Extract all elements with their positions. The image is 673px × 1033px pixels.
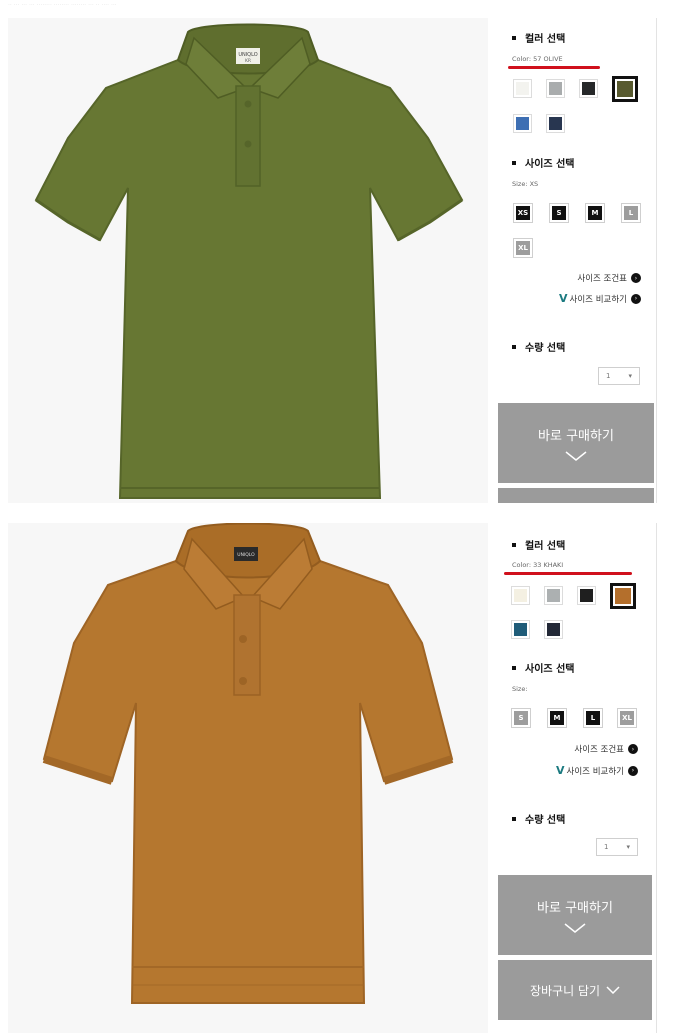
product-panel-olive: UNIQLO KR 컬러 선택 Color: 57 OLIVE 사이즈 선택 S…: [0, 18, 673, 503]
chevron-down-icon: [564, 923, 586, 933]
sidebar-border: [656, 523, 657, 1033]
quantity-value: 1: [604, 843, 609, 851]
chevron-down-icon: [565, 451, 587, 461]
highlight-underline: [504, 572, 632, 575]
buy-now-button[interactable]: 바로 구매하기: [498, 875, 652, 955]
arrow-right-icon: ›: [628, 765, 638, 776]
color-swatch-navy[interactable]: [544, 620, 563, 639]
size-select-heading: 사이즈 선택: [512, 155, 574, 170]
sidebar-border: [656, 18, 657, 503]
size-option-s-unavailable[interactable]: S: [511, 708, 531, 728]
option-sidebar: 컬러 선택 Color: 57 OLIVE 사이즈 선택 Size: XS XS…: [498, 18, 656, 503]
selected-color-text: Color: 33 KHAKI: [512, 561, 564, 569]
quantity-select-heading: 수량 선택: [512, 339, 565, 354]
size-label: S: [552, 206, 566, 220]
size-label: XL: [516, 241, 530, 255]
faint-top-text: ·· ··· ··· ··· ········ ········ ·······…: [8, 2, 117, 9]
size-option-l[interactable]: L: [583, 708, 603, 728]
garment-label-text: UNIQLO: [238, 52, 257, 58]
selected-size-text: Size: XS: [512, 180, 539, 188]
color-swatch-black[interactable]: [577, 586, 596, 605]
check-v-icon: V: [556, 764, 565, 777]
color-swatch-off-white[interactable]: [513, 79, 532, 98]
size-compare-link[interactable]: V 사이즈 비교하기 ›: [556, 764, 638, 777]
size-option-s[interactable]: S: [549, 203, 569, 223]
product-panel-khaki: UNIQLO 컬러 선택 Color: 33 KHAKI 사이즈 선택 Size…: [0, 523, 673, 1033]
size-option-m[interactable]: M: [547, 708, 567, 728]
selected-color-text: Color: 57 OLIVE: [512, 55, 563, 63]
highlight-underline: [508, 66, 600, 69]
add-to-cart-label: 장바구니 담기: [529, 983, 601, 998]
quantity-value: 1: [606, 372, 611, 380]
size-chart-link[interactable]: 사이즈 조건표 ›: [574, 743, 638, 755]
size-label: M: [588, 206, 602, 220]
color-swatch-teal[interactable]: [511, 620, 530, 639]
color-swatch-black[interactable]: [579, 79, 598, 98]
garment-label-text: UNIQLO: [237, 552, 255, 558]
add-to-cart-button[interactable]: 장바구니 담기: [498, 960, 652, 1020]
color-swatch-olive-selected[interactable]: [612, 76, 638, 102]
product-image-khaki-polo: UNIQLO: [8, 523, 488, 1033]
size-option-xl-unavailable[interactable]: XL: [513, 238, 533, 258]
size-compare-label: 사이즈 비교하기: [566, 766, 624, 777]
size-option-l-unavailable[interactable]: L: [621, 203, 641, 223]
size-option-xs[interactable]: XS: [513, 203, 533, 223]
product-image-olive-polo: UNIQLO KR: [8, 18, 488, 503]
size-label: XS: [516, 206, 530, 220]
size-option-m[interactable]: M: [585, 203, 605, 223]
color-select-heading: 컬러 선택: [512, 537, 565, 552]
size-label: L: [624, 206, 638, 220]
quantity-select-heading: 수량 선택: [512, 811, 565, 826]
color-swatch-khaki-selected[interactable]: [610, 583, 636, 609]
garment-tag-text: KR: [245, 58, 251, 64]
size-label: L: [586, 711, 600, 725]
chevron-down-icon: [606, 986, 620, 994]
size-compare-label: 사이즈 비교하기: [569, 294, 627, 305]
color-swatch-navy[interactable]: [546, 114, 565, 133]
size-chart-link[interactable]: 사이즈 조건표 ›: [577, 272, 641, 284]
size-label: M: [550, 711, 564, 725]
color-swatch-gray[interactable]: [544, 586, 563, 605]
arrow-right-icon: ›: [631, 293, 641, 304]
add-to-cart-button-partial[interactable]: [498, 488, 654, 503]
size-option-xl-unavailable[interactable]: XL: [617, 708, 637, 728]
size-chart-label: 사이즈 조건표: [577, 274, 627, 284]
quantity-select[interactable]: 1 ▾: [598, 367, 640, 385]
selected-size-text: Size:: [512, 685, 528, 693]
option-sidebar: 컬러 선택 Color: 33 KHAKI 사이즈 선택 Size: S M L…: [498, 523, 656, 1033]
size-select-heading: 사이즈 선택: [512, 660, 574, 675]
arrow-right-icon: ›: [631, 273, 641, 283]
color-select-heading: 컬러 선택: [512, 30, 565, 45]
color-swatch-gray[interactable]: [546, 79, 565, 98]
size-label: S: [514, 711, 528, 725]
size-chart-label: 사이즈 조건표: [574, 745, 624, 755]
color-swatch-cream[interactable]: [511, 586, 530, 605]
dropdown-arrow-icon: ▾: [628, 372, 632, 380]
color-swatch-blue[interactable]: [513, 114, 532, 133]
quantity-select[interactable]: 1 ▾: [596, 838, 638, 856]
buy-now-label: 바로 구매하기: [538, 429, 614, 444]
size-compare-link[interactable]: V 사이즈 비교하기 ›: [559, 292, 641, 305]
dropdown-arrow-icon: ▾: [626, 843, 630, 851]
arrow-right-icon: ›: [628, 744, 638, 754]
buy-now-button[interactable]: 바로 구매하기: [498, 403, 654, 483]
size-label: XL: [620, 711, 634, 725]
buy-now-label: 바로 구매하기: [537, 901, 613, 916]
check-v-icon: V: [559, 292, 568, 305]
